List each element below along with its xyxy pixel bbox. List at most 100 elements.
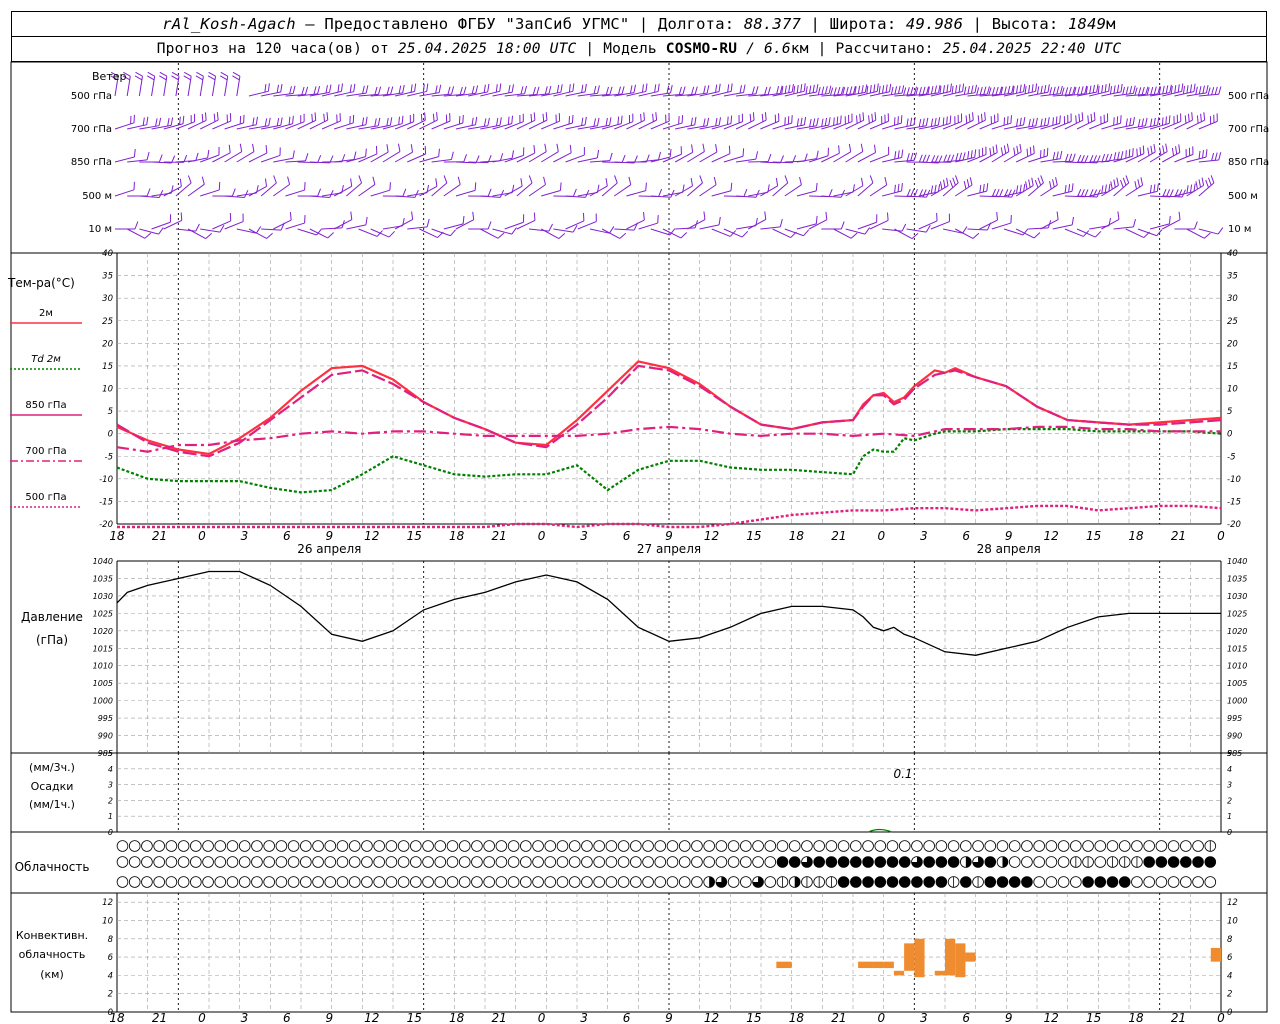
- barb-flag: [849, 86, 853, 95]
- cloud-symbol: [263, 856, 275, 868]
- convective-bar: [858, 961, 874, 969]
- cloud-circle: [483, 856, 495, 868]
- barb-shaft: [285, 189, 305, 197]
- wind-barb: [528, 143, 547, 163]
- cloud-symbol: [520, 840, 532, 852]
- cloud-symbol: [1033, 876, 1045, 888]
- barb-flag: [730, 83, 733, 92]
- barb-flag: [1031, 84, 1034, 93]
- barb-shaft: [455, 219, 474, 230]
- barb-shaft: [1052, 121, 1072, 130]
- wind-barb: [1198, 152, 1222, 163]
- convective-bar: [914, 938, 925, 978]
- cloud-circle: [153, 856, 165, 868]
- barb-flag: [1061, 87, 1065, 96]
- barb-shaft: [869, 220, 889, 230]
- cloud-circle: [300, 856, 312, 868]
- barb-flag: [1028, 85, 1031, 94]
- barb-flag: [641, 84, 644, 93]
- barb-flag: [1007, 85, 1011, 94]
- barb-flag: [952, 177, 956, 186]
- cloud-symbol: [1131, 876, 1143, 888]
- wind-barb: [358, 86, 382, 97]
- cloud-circle: [678, 876, 691, 888]
- wind-barb: [748, 153, 772, 163]
- barb-flag: [845, 86, 849, 95]
- barb-flag: [876, 83, 879, 92]
- barb-flag: [833, 117, 835, 126]
- barb-flag: [815, 215, 818, 224]
- cloud-symbol: [862, 840, 874, 852]
- barb-shaft: [614, 121, 634, 130]
- cloud-circle: [422, 856, 434, 868]
- cloud-symbol: [740, 840, 752, 852]
- barb-shaft: [455, 189, 476, 197]
- cloud-symbol: [776, 856, 789, 868]
- cloud-circle: [238, 856, 251, 868]
- barb-flag: [1031, 118, 1035, 127]
- cloud-symbol: [996, 876, 1009, 888]
- wind-barb: [796, 84, 819, 97]
- x-tick-label-bottom: 9: [665, 1011, 673, 1024]
- cloud-circle: [1118, 876, 1131, 888]
- cloud-circle: [128, 856, 141, 868]
- cloud-circle: [214, 840, 227, 852]
- cloud-circle: [581, 840, 593, 852]
- barb-shaft: [114, 189, 135, 197]
- wind-barb: [224, 213, 244, 230]
- barb-flag: [1003, 117, 1006, 126]
- barb-flag: [1068, 153, 1073, 162]
- cloud-symbol: [446, 840, 459, 852]
- barb-flag: [289, 212, 292, 221]
- wind-level-label-right: 500 м: [1228, 191, 1258, 202]
- cloud-circle: [1143, 856, 1155, 868]
- barb-flag: [1153, 184, 1156, 193]
- cloud-symbol: [471, 840, 483, 852]
- cloud-circle: [1033, 840, 1045, 852]
- barb-flag: [796, 84, 799, 94]
- cloud-circle: [1094, 840, 1107, 852]
- barb-flag: [715, 144, 718, 153]
- cloud-circle: [1033, 876, 1045, 888]
- barb-flag: [1120, 83, 1123, 92]
- barb-flag: [1193, 83, 1196, 92]
- cloud-symbol: [972, 856, 984, 868]
- barb-flag: [906, 153, 910, 162]
- cloud-symbol: [666, 876, 679, 888]
- cloud-circle: [397, 840, 410, 852]
- barb-flag: [726, 116, 729, 125]
- meteogram: 500 гПа 500 гПа700 гПа 700 гПа850 гПа 850 г…: [7, 61, 1269, 1024]
- wind-barb: [407, 83, 429, 97]
- cloud-symbol: [190, 876, 202, 888]
- cloud-symbol: [923, 856, 935, 868]
- barb-shaft: [626, 190, 646, 197]
- barb-flag: [1080, 189, 1085, 197]
- barb-flag: [1165, 143, 1168, 152]
- convective-bar: [776, 961, 792, 969]
- barb-flag: [280, 84, 283, 93]
- barb-flag: [828, 189, 833, 197]
- barb-flag: [1214, 152, 1218, 161]
- barb-shaft: [187, 228, 206, 240]
- conv-unit: (км): [40, 968, 64, 981]
- x-tick-label-mid: 21: [492, 529, 507, 543]
- barb-flag: [743, 84, 746, 93]
- barb-flag: [350, 178, 353, 187]
- wind-barb: [723, 188, 748, 198]
- barb-flag: [609, 117, 612, 126]
- barb-flag: [980, 113, 983, 122]
- barb-flag: [401, 115, 404, 124]
- barb-flag: [1205, 179, 1209, 188]
- barb-flag: [666, 85, 670, 94]
- barb-flag: [219, 75, 228, 81]
- cloud-circle: [532, 876, 544, 888]
- temp-tick-label-left: -15: [99, 497, 113, 507]
- cloud-circle: [1094, 856, 1107, 868]
- barb-flag: [1186, 85, 1189, 94]
- cloud-symbol: [1118, 856, 1131, 868]
- wind-barb: [857, 175, 874, 197]
- wind-barb: [614, 176, 632, 197]
- cloud-symbol: [593, 840, 605, 852]
- barb-flag: [1207, 177, 1212, 186]
- cloud-symbol: [898, 840, 911, 852]
